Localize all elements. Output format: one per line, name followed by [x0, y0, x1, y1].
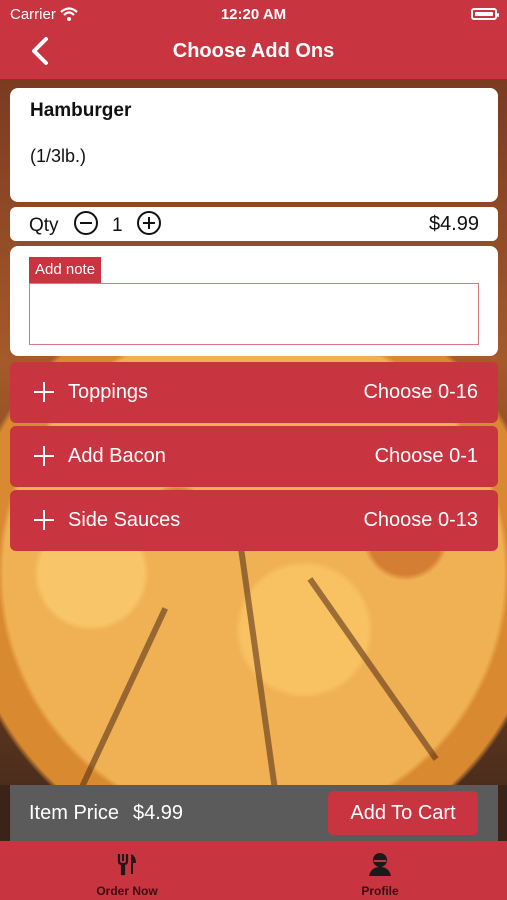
tab-label: Profile: [361, 884, 399, 898]
tab-bar: Order Now Profile: [0, 841, 507, 900]
item-price-value: $4.99: [133, 802, 184, 824]
quantity-card: Qty 1 $4.99: [10, 207, 498, 241]
plus-icon: [34, 382, 54, 402]
user-icon: [369, 853, 391, 876]
tab-label: Order Now: [96, 884, 158, 898]
navigation-bar: Carrier 12:20 AM Choose Add Ons: [0, 0, 507, 79]
tab-order-now[interactable]: Order Now: [52, 841, 202, 900]
item-price-bar: Item Price $4.99 Add To Cart: [10, 785, 498, 841]
note-label: Add note: [29, 257, 102, 283]
item-name: Hamburger: [30, 100, 132, 121]
battery-icon: [471, 8, 499, 20]
item-card: Hamburger (1/3lb.): [10, 88, 498, 202]
option-row-toppings[interactable]: Toppings Choose 0-16: [10, 362, 498, 423]
tab-profile[interactable]: Profile: [305, 841, 455, 900]
item-price-label: Item Price: [29, 802, 120, 824]
quantity-value: 1: [112, 215, 123, 236]
pizza-slice-cut: [78, 607, 168, 791]
note-card: Add note: [10, 246, 498, 356]
quantity-label: Qty: [29, 215, 59, 236]
pizza-slice-cut: [238, 549, 278, 789]
option-choose-range: Choose 0-1: [374, 445, 478, 467]
option-row-add-bacon[interactable]: Add Bacon Choose 0-1: [10, 426, 498, 487]
status-bar: Carrier 12:20 AM: [0, 6, 507, 24]
option-row-side-sauces[interactable]: Side Sauces Choose 0-13: [10, 490, 498, 551]
plus-icon: [34, 446, 54, 466]
item-description: (1/3lb.): [30, 146, 87, 166]
add-to-cart-button[interactable]: Add To Cart: [328, 791, 478, 835]
option-name: Side Sauces: [68, 509, 181, 531]
option-choose-range: Choose 0-13: [363, 509, 478, 531]
status-time: 12:20 AM: [220, 6, 287, 23]
note-input[interactable]: [29, 283, 479, 345]
pizza-slice-cut: [307, 577, 439, 761]
minus-icon[interactable]: [74, 211, 98, 235]
plus-icon: [34, 510, 54, 530]
utensils-icon: [117, 854, 136, 876]
option-name: Toppings: [68, 381, 149, 403]
option-name: Add Bacon: [68, 445, 166, 467]
plus-icon[interactable]: [137, 211, 161, 235]
item-unit-price: $4.99: [428, 213, 479, 235]
option-choose-range: Choose 0-16: [363, 381, 478, 403]
page-title: Choose Add Ons: [172, 40, 335, 62]
